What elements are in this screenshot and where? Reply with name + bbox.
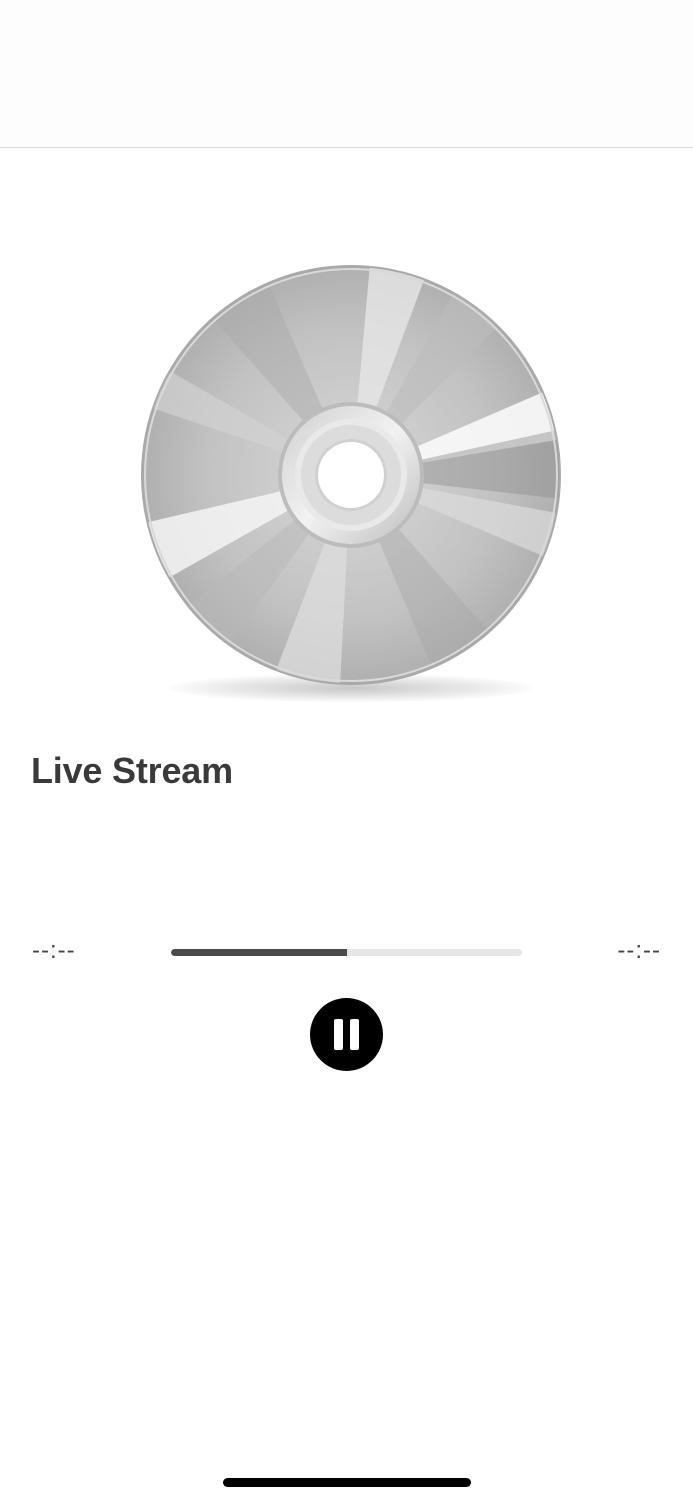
home-indicator[interactable] [223, 1478, 471, 1487]
album-artwork [140, 264, 562, 708]
progress-fill [171, 949, 347, 956]
compact-disc-icon [141, 265, 561, 685]
top-bar [0, 0, 693, 148]
pause-button[interactable] [310, 998, 383, 1071]
progress-bar[interactable] [171, 949, 522, 956]
elapsed-time: --:-- [32, 937, 76, 964]
remaining-time: --:-- [617, 937, 661, 964]
track-title: Live Stream [31, 750, 233, 791]
